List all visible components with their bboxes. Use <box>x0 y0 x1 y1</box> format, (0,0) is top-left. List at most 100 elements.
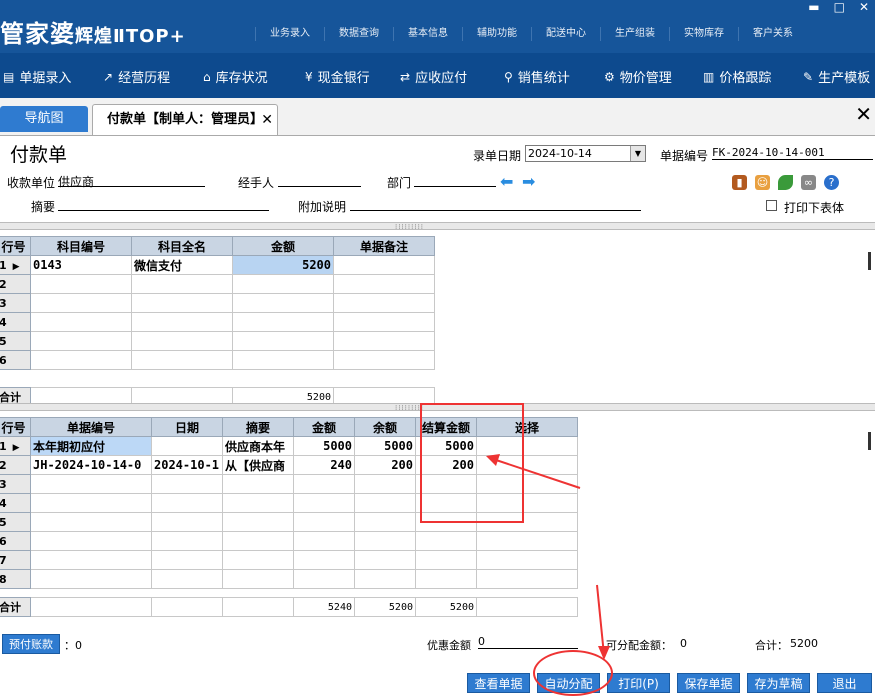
select-cell[interactable] <box>476 436 578 456</box>
save-bill-button[interactable]: 保存单据 <box>677 673 740 693</box>
bill-no-cell[interactable] <box>30 512 152 532</box>
summary-cell[interactable] <box>222 550 294 570</box>
balance-cell[interactable] <box>354 474 416 494</box>
toolbar-exchange-button[interactable]: ⇄ 应收应付 <box>400 67 467 87</box>
settle-amount-cell[interactable]: 200 <box>415 455 477 475</box>
bill-no-cell[interactable] <box>30 569 152 589</box>
remark-cell[interactable] <box>333 274 435 294</box>
help-icon[interactable]: ? <box>824 175 839 190</box>
table-row[interactable]: 1▶0143微信支付5200 <box>0 255 435 275</box>
toolbar-gear-button[interactable]: ⚙ 物价管理 <box>604 67 672 87</box>
note-field[interactable] <box>350 197 641 211</box>
select-cell[interactable] <box>476 512 578 532</box>
bill-no-cell[interactable] <box>30 493 152 513</box>
toolbar-bar-button[interactable]: ▥ 价格跟踪 <box>703 67 771 87</box>
select-cell[interactable] <box>476 550 578 570</box>
balance-cell[interactable] <box>354 493 416 513</box>
remark-cell[interactable] <box>333 350 435 370</box>
handler-field[interactable] <box>278 173 361 187</box>
toolbar-search-button[interactable]: ⚲ 销售统计 <box>504 67 570 87</box>
account-name-cell[interactable]: 微信支付 <box>131 255 233 275</box>
tab-payment-voucher[interactable]: 付款单【制单人：管理员】 ✕ <box>92 104 278 135</box>
balance-cell[interactable] <box>354 512 416 532</box>
summary-cell[interactable]: 从【供应商 <box>222 455 294 475</box>
settle-amount-cell[interactable]: 5000 <box>415 436 477 456</box>
splitter-middle[interactable]: ⁞⁞⁞⁞⁞⁞⁞⁞⁞ <box>0 403 875 412</box>
account-name-cell[interactable] <box>131 331 233 351</box>
table-row[interactable]: 6 <box>0 350 435 370</box>
summary-cell[interactable] <box>222 569 294 589</box>
account-name-cell[interactable] <box>131 350 233 370</box>
amount-cell[interactable] <box>293 531 355 551</box>
table-row[interactable]: 3 <box>0 293 435 313</box>
summary-field[interactable] <box>58 197 269 211</box>
settle-amount-cell[interactable] <box>415 550 477 570</box>
account-name-cell[interactable] <box>131 293 233 313</box>
date-cell[interactable] <box>151 493 223 513</box>
summary-cell[interactable]: 供应商本年 <box>222 436 294 456</box>
balance-cell[interactable]: 5000 <box>354 436 416 456</box>
remark-cell[interactable] <box>333 255 435 275</box>
account-name-cell[interactable] <box>131 312 233 332</box>
table-row[interactable]: 6 <box>0 531 578 551</box>
account-code-cell[interactable] <box>30 350 132 370</box>
date-cell[interactable] <box>151 550 223 570</box>
date-cell[interactable] <box>151 436 223 456</box>
remark-cell[interactable] <box>333 331 435 351</box>
date-cell[interactable] <box>151 474 223 494</box>
discount-field[interactable]: 0 <box>478 635 578 649</box>
table-row[interactable]: 8 <box>0 569 578 589</box>
toolbar-home-button[interactable]: ⌂ 库存状况 <box>203 67 268 87</box>
scrollbar-grid2[interactable] <box>868 432 871 450</box>
top-menu-item-7[interactable]: 客户关系 <box>738 27 807 41</box>
date-cell[interactable] <box>151 531 223 551</box>
summary-cell[interactable] <box>222 512 294 532</box>
print-button[interactable]: 打印(P) <box>607 673 670 693</box>
account-code-cell[interactable] <box>30 293 132 313</box>
splitter-top[interactable]: ⁞⁞⁞⁞⁞⁞⁞⁞⁞ <box>0 222 875 231</box>
view-bill-button[interactable]: 查看单据 <box>467 673 530 693</box>
amount-cell[interactable] <box>293 493 355 513</box>
table-row[interactable]: 2JH-2024-10-14-02024-10-1从【供应商240200200 <box>0 455 578 475</box>
user-icon[interactable]: ☺ <box>755 175 770 190</box>
amount-cell[interactable] <box>232 312 334 332</box>
date-cell[interactable]: 2024-10-1 <box>151 455 223 475</box>
top-menu-item-1[interactable]: 数据查询 <box>324 27 393 41</box>
payee-field[interactable]: 供应商 <box>58 173 205 189</box>
exit-button[interactable]: 退出 <box>817 673 872 693</box>
bill-no-cell[interactable] <box>30 531 152 551</box>
top-menu-item-3[interactable]: 辅助功能 <box>462 27 531 41</box>
select-cell[interactable] <box>476 531 578 551</box>
bill-no-cell[interactable]: JH-2024-10-14-0 <box>30 455 152 475</box>
top-menu-item-4[interactable]: 配送中心 <box>531 27 600 41</box>
toolbar-wrench-button[interactable]: ✎ 生产模板 <box>803 67 870 87</box>
amount-cell[interactable]: 5000 <box>293 436 355 456</box>
select-cell[interactable] <box>476 569 578 589</box>
amount-cell[interactable]: 240 <box>293 455 355 475</box>
minimize-icon[interactable]: ▬ <box>808 0 819 14</box>
toolbar-yen-button[interactable]: ¥ 现金银行 <box>305 67 370 87</box>
top-menu-item-2[interactable]: 基本信息 <box>393 27 462 41</box>
account-code-cell[interactable] <box>30 312 132 332</box>
top-menu-item-5[interactable]: 生产组装 <box>600 27 669 41</box>
settle-amount-cell[interactable] <box>415 493 477 513</box>
summary-cell[interactable] <box>222 493 294 513</box>
balance-cell[interactable]: 200 <box>354 455 416 475</box>
arrow-left-icon[interactable]: ⬅ <box>500 172 513 191</box>
amount-cell[interactable] <box>232 293 334 313</box>
settle-amount-cell[interactable] <box>415 512 477 532</box>
account-name-cell[interactable] <box>131 274 233 294</box>
toolbar-doc-button[interactable]: ▤ 单据录入 <box>3 67 71 87</box>
close-all-icon[interactable]: ✕ <box>855 104 872 124</box>
top-menu-item-0[interactable]: 业务录入 <box>255 27 324 41</box>
account-code-cell[interactable] <box>30 331 132 351</box>
leaf-icon[interactable] <box>778 175 793 190</box>
dropdown-arrow-icon[interactable]: ▼ <box>630 146 645 161</box>
tab-navigation[interactable]: 导航图 <box>0 106 88 132</box>
account-code-cell[interactable]: 0143 <box>30 255 132 275</box>
table-row[interactable]: 4 <box>0 493 578 513</box>
date-field[interactable]: 2024-10-14 ▼ <box>525 145 646 162</box>
arrow-right-icon[interactable]: ➡ <box>522 172 535 191</box>
amount-cell[interactable]: 5200 <box>232 255 334 275</box>
amount-cell[interactable] <box>232 274 334 294</box>
